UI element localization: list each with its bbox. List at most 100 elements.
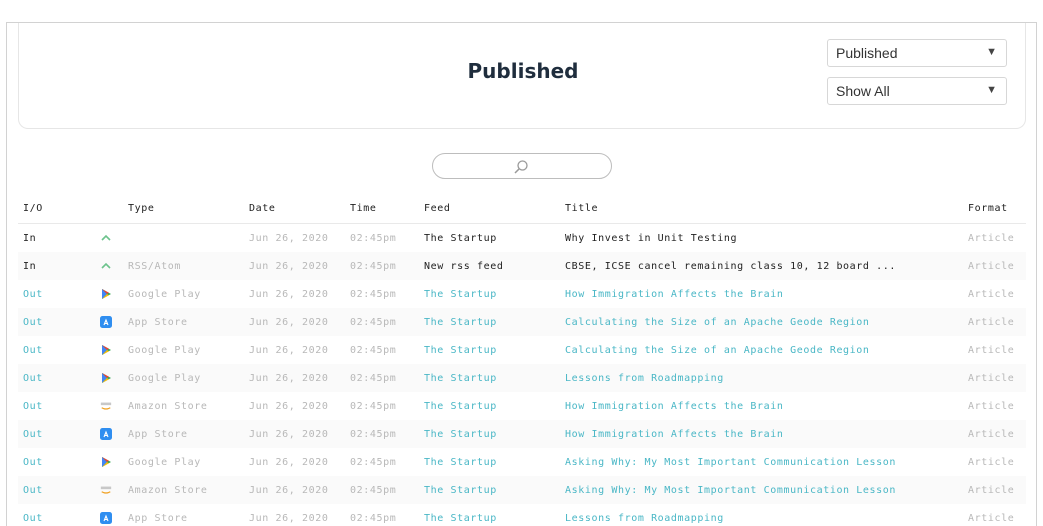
title-cell[interactable]: How Immigration Affects the Brain: [560, 280, 963, 308]
source-icon-cell: [95, 476, 123, 504]
time-cell: 02:45pm: [345, 364, 419, 392]
search-icon: [514, 160, 528, 174]
source-icon-cell: [95, 420, 123, 448]
source-icon-cell: [95, 364, 123, 392]
title-cell: CBSE, ICSE cancel remaining class 10, 12…: [560, 252, 963, 280]
io-cell: In: [23, 232, 37, 244]
format-cell: Article: [963, 420, 1026, 448]
table-row[interactable]: Out Amazon Store Jun 26, 2020 02:45pm The St…: [18, 392, 1026, 420]
date-cell: Jun 26, 2020: [244, 308, 345, 336]
feed-cell[interactable]: The Startup: [419, 308, 560, 336]
time-cell: 02:45pm: [345, 476, 419, 504]
search-input[interactable]: [432, 153, 612, 179]
source-icon-cell: [95, 392, 123, 420]
column-header-io[interactable]: I/O: [18, 193, 95, 224]
feed-cell[interactable]: The Startup: [419, 364, 560, 392]
google-play-icon: [100, 457, 112, 468]
title-cell[interactable]: How Immigration Affects the Brain: [560, 392, 963, 420]
column-header-format[interactable]: Format: [963, 193, 1026, 224]
table-row[interactable]: Out App Store Jun 26, 2020 02:45pm The Start…: [18, 308, 1026, 336]
io-cell: Out: [23, 344, 43, 356]
table-row[interactable]: Out App Store Jun 26, 2020 02:45pm The Start…: [18, 420, 1026, 448]
title-cell[interactable]: How Immigration Affects the Brain: [560, 420, 963, 448]
rss-chevron-icon: [100, 261, 112, 272]
format-cell: Article: [968, 232, 1015, 244]
table-row[interactable]: Out Amazon Store Jun 26, 2020 02:45pm The St…: [18, 476, 1026, 504]
table-row[interactable]: Out Google Play Jun 26, 2020 02:45pm The Sta…: [18, 448, 1026, 476]
title-cell[interactable]: Calculating the Size of an Apache Geode …: [560, 336, 963, 364]
table-row[interactable]: Out Google Play Jun 26, 2020 02:45pm The Sta…: [18, 336, 1026, 364]
feed-cell[interactable]: The Startup: [419, 504, 560, 526]
column-header-time[interactable]: Time: [345, 193, 419, 224]
source-icon-cell: [95, 224, 123, 253]
type-cell: [123, 224, 244, 253]
table-header-row: I/O Type Date Time Feed Title Format: [18, 193, 1026, 224]
header-card: Published Published ▼ Show All ▼: [18, 23, 1026, 129]
format-cell: Article: [968, 456, 1015, 468]
type-cell: App Store: [123, 420, 244, 448]
feed-cell[interactable]: The Startup: [419, 392, 560, 420]
io-cell: Out: [18, 308, 95, 336]
source-icon-cell: [95, 504, 123, 526]
io-cell: Out: [23, 456, 43, 468]
column-header-type[interactable]: Type: [123, 193, 244, 224]
column-header-feed[interactable]: Feed: [419, 193, 560, 224]
date-cell: Jun 26, 2020: [249, 344, 329, 356]
type-cell: App Store: [128, 512, 188, 524]
io-cell: Out: [18, 364, 95, 392]
time-cell: 02:45pm: [345, 308, 419, 336]
app-store-icon: [100, 428, 112, 440]
status-select[interactable]: Published ▼: [827, 39, 1007, 67]
source-icon-cell: [95, 308, 123, 336]
column-header-icon: [95, 193, 123, 224]
io-cell: In: [18, 252, 95, 280]
table-row[interactable]: In RSS/Atom Jun 26, 2020 02:45pm New rss fee…: [18, 252, 1026, 280]
io-cell: Out: [18, 476, 95, 504]
title-cell[interactable]: Asking Why: My Most Important Communicat…: [560, 448, 963, 476]
date-cell: Jun 26, 2020: [249, 456, 329, 468]
feed-cell: New rss feed: [419, 252, 560, 280]
type-cell: Google Play: [123, 364, 244, 392]
table-row[interactable]: In Jun 26, 2020 02:45pm The Startup Why Inve…: [18, 224, 1026, 253]
filter-select[interactable]: Show All ▼: [827, 77, 1007, 105]
google-play-icon: [100, 289, 112, 300]
table-row[interactable]: Out Google Play Jun 26, 2020 02:45pm The Sta…: [18, 364, 1026, 392]
feed-cell[interactable]: The Startup: [419, 476, 560, 504]
date-cell: Jun 26, 2020: [249, 512, 329, 524]
format-cell: Article: [963, 364, 1026, 392]
feed-cell[interactable]: The Startup: [419, 420, 560, 448]
feed-cell[interactable]: The Startup: [419, 336, 560, 364]
io-cell: Out: [23, 400, 43, 412]
title-cell[interactable]: Lessons from Roadmapping: [560, 364, 963, 392]
type-cell: Google Play: [128, 344, 201, 356]
date-cell: Jun 26, 2020: [244, 476, 345, 504]
time-cell: 02:45pm: [350, 456, 397, 468]
column-header-date[interactable]: Date: [244, 193, 345, 224]
feed-cell[interactable]: The Startup: [419, 448, 560, 476]
format-cell: Article: [968, 288, 1015, 300]
feed-cell[interactable]: The Startup: [419, 280, 560, 308]
date-cell: Jun 26, 2020: [249, 400, 329, 412]
format-cell: Article: [968, 344, 1015, 356]
source-icon-cell: [95, 336, 123, 364]
format-cell: Article: [968, 400, 1015, 412]
source-icon-cell: [95, 252, 123, 280]
status-select-value: Published: [836, 45, 898, 61]
time-cell: 02:45pm: [345, 420, 419, 448]
format-cell: Article: [968, 512, 1015, 524]
title-cell[interactable]: Calculating the Size of an Apache Geode …: [560, 308, 963, 336]
title-cell[interactable]: Asking Why: My Most Important Communicat…: [560, 476, 963, 504]
date-cell: Jun 26, 2020: [244, 252, 345, 280]
filter-select-value: Show All: [836, 83, 890, 99]
time-cell: 02:45pm: [350, 512, 397, 524]
chevron-down-icon: ▼: [986, 46, 997, 58]
google-play-icon: [100, 373, 112, 384]
time-cell: 02:45pm: [350, 400, 397, 412]
table-row[interactable]: Out App Store Jun 26, 2020 02:45pm The Start…: [18, 504, 1026, 526]
title-cell[interactable]: Lessons from Roadmapping: [560, 504, 963, 526]
table-row[interactable]: Out Google Play Jun 26, 2020 02:45pm The Sta…: [18, 280, 1026, 308]
date-cell: Jun 26, 2020: [249, 232, 329, 244]
type-cell: Amazon Store: [123, 476, 244, 504]
amazon-store-icon: [100, 401, 112, 412]
column-header-title[interactable]: Title: [560, 193, 963, 224]
